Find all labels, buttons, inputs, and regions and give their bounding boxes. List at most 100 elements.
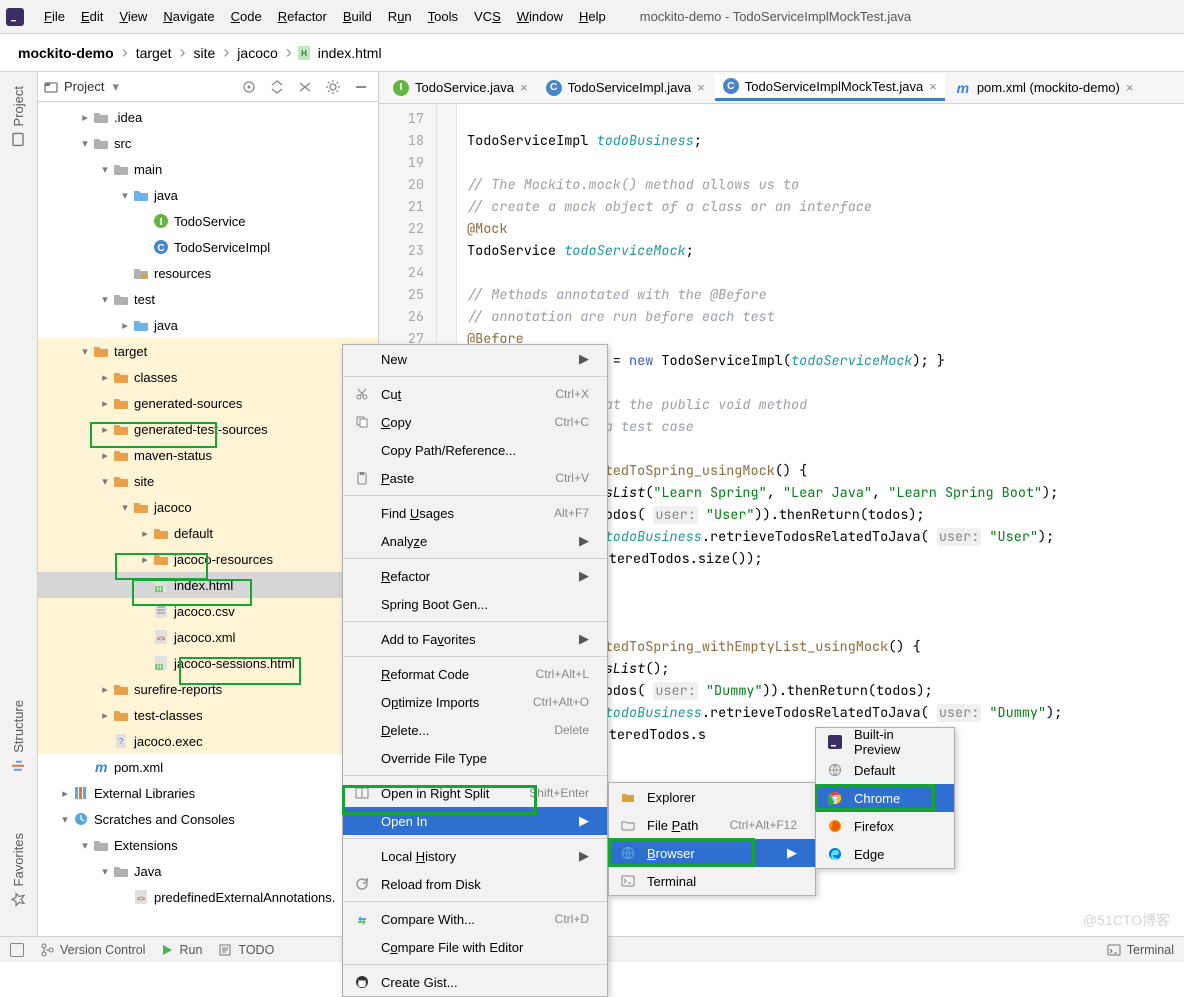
status-terminal[interactable]: Terminal — [1107, 943, 1174, 957]
menu-help[interactable]: Help — [571, 5, 614, 28]
project-tree[interactable]: ▸.idea▾src▾main▾javaITodoServiceCTodoSer… — [38, 102, 378, 936]
tree-item-test[interactable]: ▾test — [38, 286, 378, 312]
menu-item-override-file-type[interactable]: Override File Type — [343, 744, 607, 772]
tool-tab-favorites[interactable]: Favorites — [9, 823, 28, 916]
menu-item-firefox[interactable]: Firefox — [816, 812, 954, 840]
tool-tab-project[interactable]: Project — [9, 76, 28, 156]
menu-run[interactable]: Run — [380, 5, 420, 28]
menu-build[interactable]: Build — [335, 5, 380, 28]
expand-all-icon[interactable] — [266, 76, 288, 98]
close-tab-icon[interactable]: × — [520, 80, 528, 95]
menu-item-reformat-code[interactable]: Reformat CodeCtrl+Alt+L — [343, 660, 607, 688]
status-todo[interactable]: TODO — [218, 943, 274, 957]
menu-item-local-history[interactable]: Local History▶ — [343, 842, 607, 870]
menu-item-new[interactable]: New▶ — [343, 345, 607, 373]
menu-item-create-gist---[interactable]: Create Gist... — [343, 968, 607, 996]
menu-edit[interactable]: Edit — [73, 5, 111, 28]
menu-window[interactable]: Window — [509, 5, 571, 28]
tree-item-jacoco-xml[interactable]: <>jacoco.xml — [38, 624, 378, 650]
menu-refactor[interactable]: Refactor — [270, 5, 335, 28]
tree-item-extensions[interactable]: ▾Extensions — [38, 832, 378, 858]
tree-item-site[interactable]: ▾site — [38, 468, 378, 494]
breadcrumb-mockito-demo[interactable]: mockito-demo — [14, 45, 118, 61]
menu-item-open-in-right-split[interactable]: Open in Right SplitShift+Enter — [343, 779, 607, 807]
menu-vcs[interactable]: VCS — [466, 5, 509, 28]
tree-item-predefinedexternalannotations-[interactable]: <>predefinedExternalAnnotations. — [38, 884, 378, 910]
hide-icon[interactable] — [350, 76, 372, 98]
editor-tab-todoserviceimpl-java[interactable]: CTodoServiceImpl.java× — [538, 76, 713, 100]
menu-item-compare-file-with-editor[interactable]: Compare File with Editor — [343, 933, 607, 961]
editor-tab-pom-xml--mockito-demo-[interactable]: mpom.xml (mockito-demo)× — [947, 76, 1142, 100]
tree-item-scratches-and-consoles[interactable]: ▾Scratches and Consoles — [38, 806, 378, 832]
context-menu[interactable]: New▶ CutCtrl+XCopyCtrl+CCopy Path/Referen… — [342, 344, 608, 997]
menu-item-find-usages[interactable]: Find UsagesAlt+F7 — [343, 499, 607, 527]
editor-tab-todoservice-java[interactable]: ITodoService.java× — [385, 76, 536, 100]
select-opened-file-icon[interactable] — [238, 76, 260, 98]
menu-item-compare-with---[interactable]: Compare With...Ctrl+D — [343, 905, 607, 933]
menu-item-delete---[interactable]: Delete...Delete — [343, 716, 607, 744]
status-version-control[interactable]: Version Control — [40, 943, 145, 957]
tree-item-todoservice[interactable]: ITodoService — [38, 208, 378, 234]
menu-item-add-to-favorites[interactable]: Add to Favorites▶ — [343, 625, 607, 653]
status-run[interactable]: Run — [161, 943, 202, 957]
tree-item-jacoco-sessions-html[interactable]: Hjacoco-sessions.html — [38, 650, 378, 676]
menu-navigate[interactable]: Navigate — [155, 5, 222, 28]
menu-item-spring-boot-gen---[interactable]: Spring Boot Gen... — [343, 590, 607, 618]
breadcrumb-site[interactable]: site — [190, 45, 220, 61]
tree-item-surefire-reports[interactable]: ▸surefire-reports — [38, 676, 378, 702]
tree-item-index-html[interactable]: Hindex.html — [38, 572, 378, 598]
tree-item-java[interactable]: ▾Java — [38, 858, 378, 884]
close-tab-icon[interactable]: × — [697, 80, 705, 95]
tree-item-resources[interactable]: resources — [38, 260, 378, 286]
tree-item-generated-test-sources[interactable]: ▸generated-test-sources — [38, 416, 378, 442]
menu-item-explorer[interactable]: Explorer — [609, 783, 815, 811]
submenu-browser[interactable]: Built-in PreviewDefaultChromeFirefoxEdge — [815, 727, 955, 869]
breadcrumb-target[interactable]: target — [132, 45, 176, 61]
editor-tab-todoserviceimplmocktest-java[interactable]: CTodoServiceImplMockTest.java× — [715, 74, 945, 101]
tree-item-main[interactable]: ▾main — [38, 156, 378, 182]
tree-item-java[interactable]: ▸java — [38, 312, 378, 338]
tree-item-todoserviceimpl[interactable]: CTodoServiceImpl — [38, 234, 378, 260]
breadcrumb-jacoco[interactable]: jacoco — [233, 45, 281, 61]
menu-item-refactor[interactable]: Refactor▶ — [343, 562, 607, 590]
tree-item-jacoco-csv[interactable]: jacoco.csv — [38, 598, 378, 624]
submenu-open-in[interactable]: ExplorerFile PathCtrl+Alt+F12Browser▶Ter… — [608, 782, 816, 896]
menu-item-optimize-imports[interactable]: Optimize ImportsCtrl+Alt+O — [343, 688, 607, 716]
tree-item-external-libraries[interactable]: ▸External Libraries — [38, 780, 378, 806]
tree-item-default[interactable]: ▸default — [38, 520, 378, 546]
breadcrumb-index.html[interactable]: index.html — [314, 45, 386, 61]
menu-item-terminal[interactable]: Terminal — [609, 867, 815, 895]
tree-item-src[interactable]: ▾src — [38, 130, 378, 156]
settings-icon[interactable] — [322, 76, 344, 98]
menu-item-copy-path-reference---[interactable]: Copy Path/Reference... — [343, 436, 607, 464]
menu-item-cut[interactable]: CutCtrl+X — [343, 380, 607, 408]
collapse-all-icon[interactable] — [294, 76, 316, 98]
menu-code[interactable]: Code — [223, 5, 270, 28]
tree-item-test-classes[interactable]: ▸test-classes — [38, 702, 378, 728]
menu-item-default[interactable]: Default — [816, 756, 954, 784]
menu-item-browser[interactable]: Browser▶ — [609, 839, 815, 867]
menu-item-reload-from-disk[interactable]: Reload from Disk — [343, 870, 607, 898]
menu-item-open-in[interactable]: Open In▶ — [343, 807, 607, 835]
menu-item-chrome[interactable]: Chrome — [816, 784, 954, 812]
menu-item-analyze[interactable]: Analyze▶ — [343, 527, 607, 555]
tool-tab-structure[interactable]: Structure — [9, 690, 28, 783]
menu-item-built-in-preview[interactable]: Built-in Preview — [816, 728, 954, 756]
tree-item-jacoco-exec[interactable]: ?jacoco.exec — [38, 728, 378, 754]
tree-item-jacoco-resources[interactable]: ▸jacoco-resources — [38, 546, 378, 572]
close-tab-icon[interactable]: × — [1126, 80, 1134, 95]
tree-item-java[interactable]: ▾java — [38, 182, 378, 208]
tool-windows-button-icon[interactable] — [10, 943, 24, 957]
close-tab-icon[interactable]: × — [929, 79, 937, 94]
menu-item-paste[interactable]: PasteCtrl+V — [343, 464, 607, 492]
menu-item-edge[interactable]: Edge — [816, 840, 954, 868]
menu-item-file-path[interactable]: File PathCtrl+Alt+F12 — [609, 811, 815, 839]
tree-item--idea[interactable]: ▸.idea — [38, 104, 378, 130]
tree-item-pom-xml[interactable]: mpom.xml — [38, 754, 378, 780]
menu-item-copy[interactable]: CopyCtrl+C — [343, 408, 607, 436]
menu-file[interactable]: File — [36, 5, 73, 28]
tree-item-generated-sources[interactable]: ▸generated-sources — [38, 390, 378, 416]
tree-item-classes[interactable]: ▸classes — [38, 364, 378, 390]
menu-view[interactable]: View — [111, 5, 155, 28]
menu-tools[interactable]: Tools — [420, 5, 466, 28]
